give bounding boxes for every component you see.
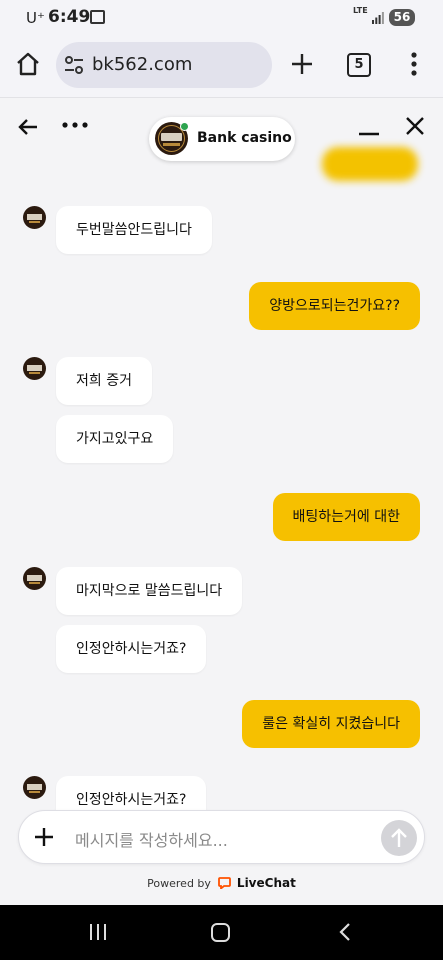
minimize-icon[interactable] bbox=[358, 119, 380, 137]
network-label: LTE bbox=[353, 6, 368, 15]
message-incoming: 가지고있구요 bbox=[56, 415, 174, 463]
agent-name: Bank casino bbox=[197, 130, 292, 146]
system-nav-bar bbox=[0, 905, 443, 960]
send-button[interactable] bbox=[381, 820, 417, 856]
message-incoming: 마지막으로 말씀드립니다 bbox=[56, 567, 243, 615]
message-input[interactable]: 메시지를 작성하세요... bbox=[75, 827, 228, 851]
status-time: 6:49 bbox=[48, 7, 91, 27]
message-incoming: 인정안하시는거죠? bbox=[56, 625, 207, 673]
avatar bbox=[23, 357, 46, 380]
avatar bbox=[23, 206, 46, 229]
battery-badge: 56 bbox=[389, 9, 415, 26]
tune-icon[interactable] bbox=[64, 56, 84, 74]
agent-header[interactable]: Bank casino bbox=[149, 117, 295, 161]
chat-window: Bank casino 두번말씀안드립니다 양방으로되는건가요?? 저희 증거 … bbox=[0, 99, 443, 905]
signal-icon bbox=[372, 12, 384, 24]
browser-toolbar: bk562.com 5 bbox=[0, 36, 443, 98]
status-bar: U⁺ 6:49 LTE 56 bbox=[0, 0, 443, 36]
screenshot-icon bbox=[90, 10, 105, 24]
message-outgoing: 룰은 확실히 지켰습니다 bbox=[242, 700, 420, 748]
online-indicator bbox=[180, 122, 189, 131]
livechat-icon bbox=[218, 877, 232, 889]
message-incoming: 두번말씀안드립니다 bbox=[56, 206, 212, 254]
powered-prefix: Powered by bbox=[147, 877, 211, 890]
android-home-icon[interactable] bbox=[211, 923, 230, 942]
url-text: bk562.com bbox=[92, 54, 193, 75]
android-back-icon[interactable] bbox=[338, 922, 352, 942]
address-bar[interactable]: bk562.com bbox=[56, 42, 272, 88]
send-arrow-icon bbox=[391, 828, 407, 847]
plus-icon[interactable] bbox=[33, 826, 55, 848]
recents-icon[interactable] bbox=[88, 923, 108, 941]
avatar bbox=[23, 776, 46, 799]
home-icon[interactable] bbox=[14, 50, 42, 78]
message-composer[interactable]: 메시지를 작성하세요... bbox=[18, 810, 425, 864]
more-horiz-icon[interactable] bbox=[62, 121, 88, 129]
livechat-brand: LiveChat bbox=[236, 876, 296, 890]
avatar bbox=[23, 567, 46, 590]
carrier-label: U⁺ bbox=[26, 9, 45, 27]
arrow-left-icon[interactable] bbox=[16, 115, 40, 139]
close-icon[interactable] bbox=[404, 115, 426, 137]
blurred-message bbox=[322, 147, 418, 181]
message-incoming: 저희 증거 bbox=[56, 357, 152, 405]
plus-icon[interactable] bbox=[288, 50, 316, 78]
powered-by[interactable]: Powered by LiveChat bbox=[0, 876, 443, 894]
more-vert-icon[interactable] bbox=[408, 50, 420, 78]
message-outgoing: 양방으로되는건가요?? bbox=[249, 282, 420, 330]
message-outgoing: 배팅하는거에 대한 bbox=[272, 493, 420, 541]
tabs-icon[interactable]: 5 bbox=[347, 53, 371, 77]
